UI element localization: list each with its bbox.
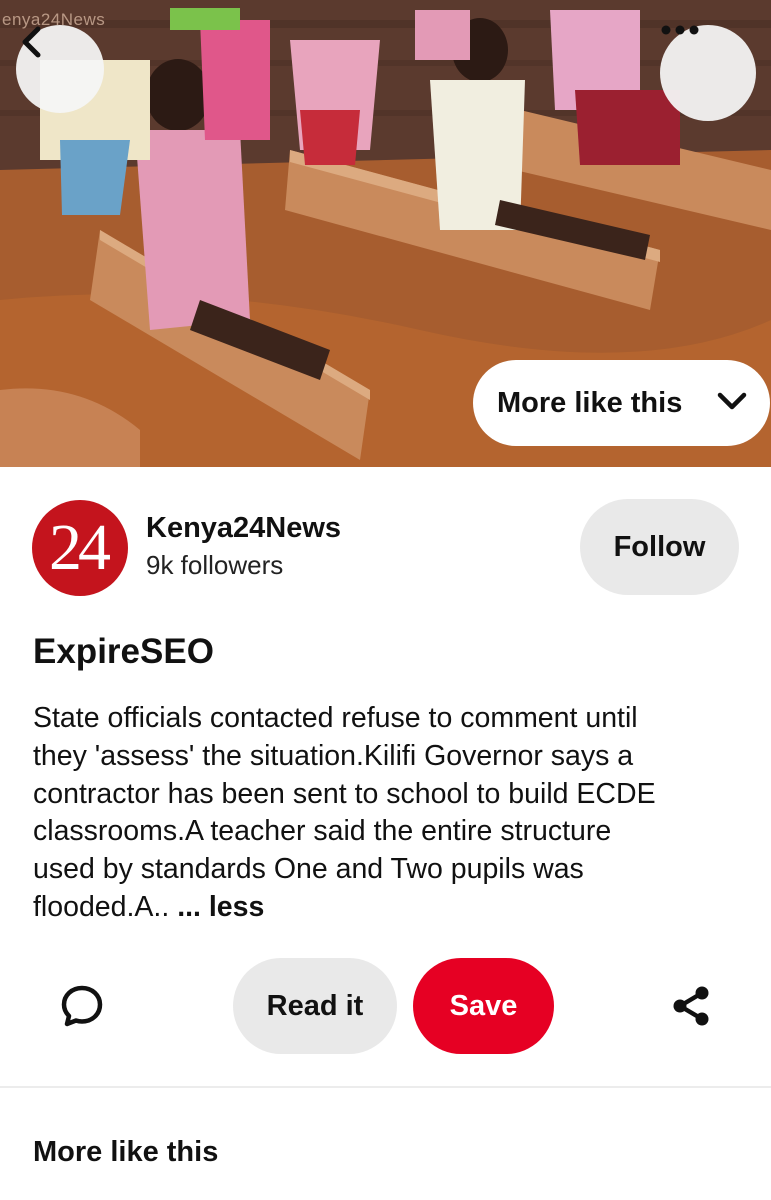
follow-button[interactable]: Follow — [580, 499, 739, 595]
description-last-line: flooded.A.. ... less — [33, 889, 753, 927]
more-like-this-pill[interactable]: More like this — [473, 360, 770, 446]
pin-title: ExpireSEO — [33, 632, 214, 671]
back-button[interactable] — [16, 25, 104, 113]
description-line: used by standards One and Two pupils was — [33, 853, 584, 886]
follower-count: 9k followers — [146, 550, 284, 580]
description-line: they 'assess' the situation.Kilifi Gover… — [33, 739, 634, 772]
avatar-logo-text: 24 — [49, 511, 111, 584]
chevron-left-icon — [22, 26, 41, 58]
ellipsis-icon — [661, 25, 699, 35]
pin-image[interactable]: enya24News More like this — [0, 0, 771, 467]
description-line: flooded.A.. — [33, 890, 178, 923]
share-icon — [673, 986, 709, 1026]
description-line: contractor has been sent to school to bu… — [33, 777, 656, 810]
description-line: State officials contacted refuse to comm… — [33, 702, 638, 734]
chevron-down-icon — [717, 392, 747, 410]
read-it-button[interactable]: Read it — [233, 958, 397, 1054]
pin-description: State officials contacted refuse to comm… — [33, 700, 753, 927]
share-button[interactable] — [663, 978, 719, 1034]
save-button[interactable]: Save — [413, 958, 554, 1054]
comment-button[interactable] — [54, 978, 110, 1034]
more-options-button[interactable] — [660, 25, 756, 121]
description-line: classrooms.A teacher said the entire str… — [33, 815, 612, 848]
more-like-this-heading: More like this — [33, 1136, 219, 1168]
creator-avatar[interactable]: 24 — [32, 500, 128, 596]
section-divider — [0, 1086, 771, 1088]
more-like-this-pill-label: More like this — [497, 386, 683, 419]
show-less-link[interactable]: ... less — [177, 891, 264, 923]
creator-name[interactable]: Kenya24News — [146, 512, 341, 545]
comment-bubble-icon — [61, 985, 103, 1027]
